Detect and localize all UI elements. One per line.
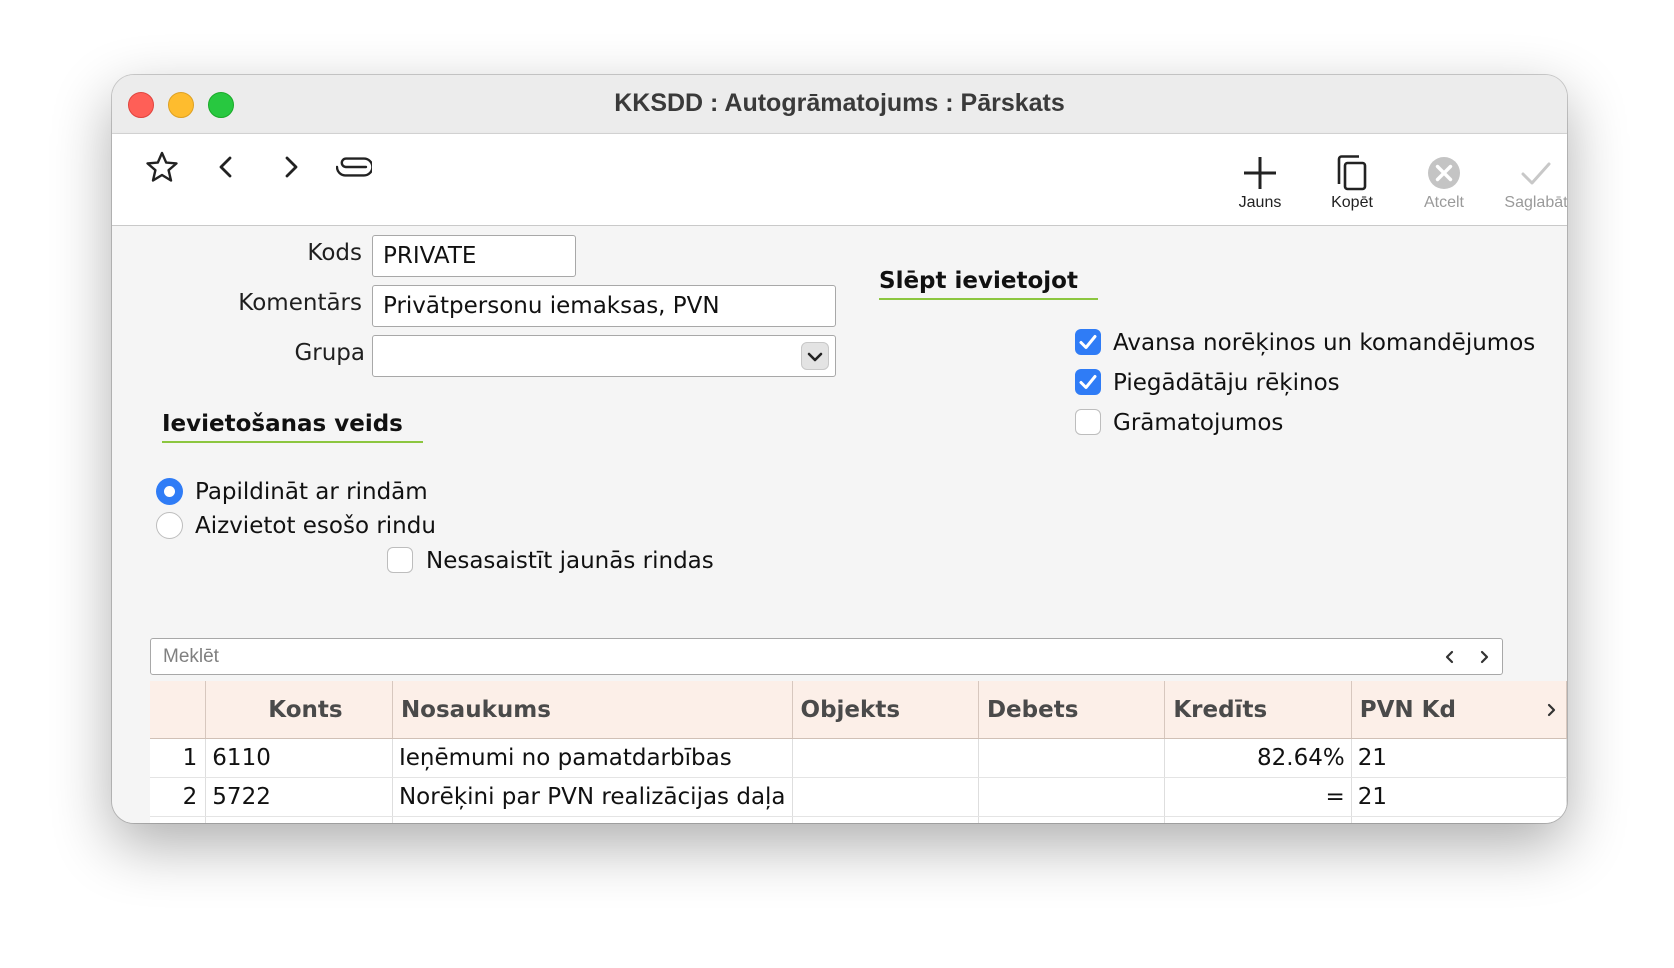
hide-suppliers-label[interactable]: Piegādātāju rēķinos <box>1113 370 1340 396</box>
chevron-left-icon[interactable] <box>1441 648 1459 666</box>
cell-nosaukums[interactable]: Ieņēmumi no pamatdarbības <box>392 738 793 778</box>
column-header-pvn-label: PVN Kd <box>1359 696 1456 723</box>
hide-postings-label[interactable]: Grāmatojumos <box>1113 410 1283 436</box>
cell-pvn[interactable]: 21 <box>1351 777 1567 817</box>
hide-on-insert-title: Slēpt ievietojot <box>879 268 1098 300</box>
new-button-label: Jauns <box>1238 194 1282 211</box>
row-number: 2 <box>150 777 207 817</box>
hide-advance-label[interactable]: Avansa norēķinos un komandējumos <box>1113 330 1535 356</box>
toolbar: Jauns Kopēt Atcelt Saglabāt <box>112 134 1567 226</box>
cell-nosaukums[interactable] <box>392 816 793 823</box>
row-number: 1 <box>150 738 207 778</box>
kods-input[interactable]: PRIVATE <box>372 235 576 277</box>
table-row[interactable]: 1 6110 Ieņēmumi no pamatdarbības 82.64% … <box>150 738 1567 778</box>
cell-pvn[interactable]: 21 <box>1351 738 1567 778</box>
table-row[interactable]: 2 5722 Norēķini par PVN realizācijas daļ… <box>150 777 1567 817</box>
grupa-select[interactable] <box>372 335 836 377</box>
checkmark-icon <box>1079 375 1097 389</box>
hide-advance-checkbox[interactable] <box>1075 329 1101 355</box>
column-header-nosaukums[interactable]: Nosaukums <box>392 681 793 739</box>
column-header-objekts[interactable]: Objekts <box>792 681 979 739</box>
plus-icon <box>1244 157 1276 189</box>
search-input[interactable] <box>161 642 1395 672</box>
cell-kredits[interactable] <box>1164 816 1352 823</box>
save-button-label: Saglabāt <box>1504 194 1567 211</box>
grupa-label: Grupa <box>294 340 365 366</box>
star-icon[interactable] <box>145 151 179 183</box>
checkmark-icon <box>1079 335 1097 349</box>
cell-debets[interactable] <box>978 777 1166 817</box>
table-row[interactable]: 3 <box>150 816 1567 823</box>
form-content: Kods PRIVATE Komentārs Privātpersonu iem… <box>112 226 1567 823</box>
checkmark-icon <box>1521 162 1551 185</box>
save-button[interactable]: Saglabāt <box>1496 154 1567 212</box>
posting-lines-table: Konts Nosaukums Objekts Debets Kredīts P… <box>150 681 1567 823</box>
window-title: KKSDD : Autogrāmatojums : Pārskats <box>614 89 1065 117</box>
column-header-konts[interactable]: Konts <box>205 681 393 739</box>
chevron-right-icon[interactable] <box>1542 701 1560 719</box>
column-header-kredits[interactable]: Kredīts <box>1164 681 1352 739</box>
komentars-input[interactable]: Privātpersonu iemaksas, PVN <box>372 285 836 327</box>
column-header-pvn[interactable]: PVN Kd <box>1351 681 1567 739</box>
cell-debets[interactable] <box>978 816 1166 823</box>
cell-konts[interactable] <box>205 816 393 823</box>
table-header-row: Konts Nosaukums Objekts Debets Kredīts P… <box>150 681 1567 739</box>
new-button[interactable]: Jauns <box>1220 154 1300 212</box>
hide-suppliers-checkbox[interactable] <box>1075 369 1101 395</box>
komentars-label: Komentārs <box>238 290 362 316</box>
cell-pvn[interactable] <box>1351 816 1567 823</box>
row-number-header <box>150 681 207 739</box>
copy-button[interactable]: Kopēt <box>1312 154 1392 212</box>
paperclip-icon[interactable] <box>336 157 372 177</box>
cancel-icon <box>1428 157 1460 189</box>
cell-objekts[interactable] <box>792 738 979 778</box>
chevron-down-icon <box>807 352 823 362</box>
chevron-right-icon[interactable] <box>281 154 301 180</box>
cancel-button[interactable]: Atcelt <box>1404 154 1484 212</box>
unlink-rows-checkbox[interactable] <box>387 547 413 573</box>
insert-mode-title: Ievietošanas veids <box>162 411 423 443</box>
cell-nosaukums[interactable]: Norēķini par PVN realizācijas daļa <box>392 777 793 817</box>
column-header-debets[interactable]: Debets <box>978 681 1166 739</box>
cell-kredits[interactable]: = <box>1164 777 1352 817</box>
grupa-dropdown-button[interactable] <box>801 342 829 370</box>
copy-button-label: Kopēt <box>1331 194 1373 211</box>
chevron-right-icon[interactable] <box>1475 648 1493 666</box>
app-window: KKSDD : Autogrāmatojums : Pārskats Jauns <box>112 75 1567 823</box>
row-number: 3 <box>150 816 207 823</box>
search-bar <box>150 638 1503 675</box>
cell-kredits[interactable]: 82.64% <box>1164 738 1352 778</box>
kods-label: Kods <box>307 240 362 266</box>
unlink-rows-label[interactable]: Nesasaistīt jaunās rindas <box>426 548 714 574</box>
cell-konts[interactable]: 5722 <box>205 777 393 817</box>
cancel-button-label: Atcelt <box>1423 194 1464 211</box>
radio-fill-rows[interactable] <box>156 478 183 505</box>
cell-objekts[interactable] <box>792 777 979 817</box>
copy-icon <box>1337 155 1367 191</box>
cell-konts[interactable]: 6110 <box>205 738 393 778</box>
radio-fill-rows-label[interactable]: Papildināt ar rindām <box>195 479 428 505</box>
hide-postings-checkbox[interactable] <box>1075 409 1101 435</box>
cell-debets[interactable] <box>978 738 1166 778</box>
title-bar: KKSDD : Autogrāmatojums : Pārskats <box>112 75 1567 134</box>
chevron-left-icon[interactable] <box>216 154 236 180</box>
radio-replace-row-label[interactable]: Aizvietot esošo rindu <box>195 513 436 539</box>
radio-replace-row[interactable] <box>156 512 183 539</box>
cell-objekts[interactable] <box>792 816 979 823</box>
